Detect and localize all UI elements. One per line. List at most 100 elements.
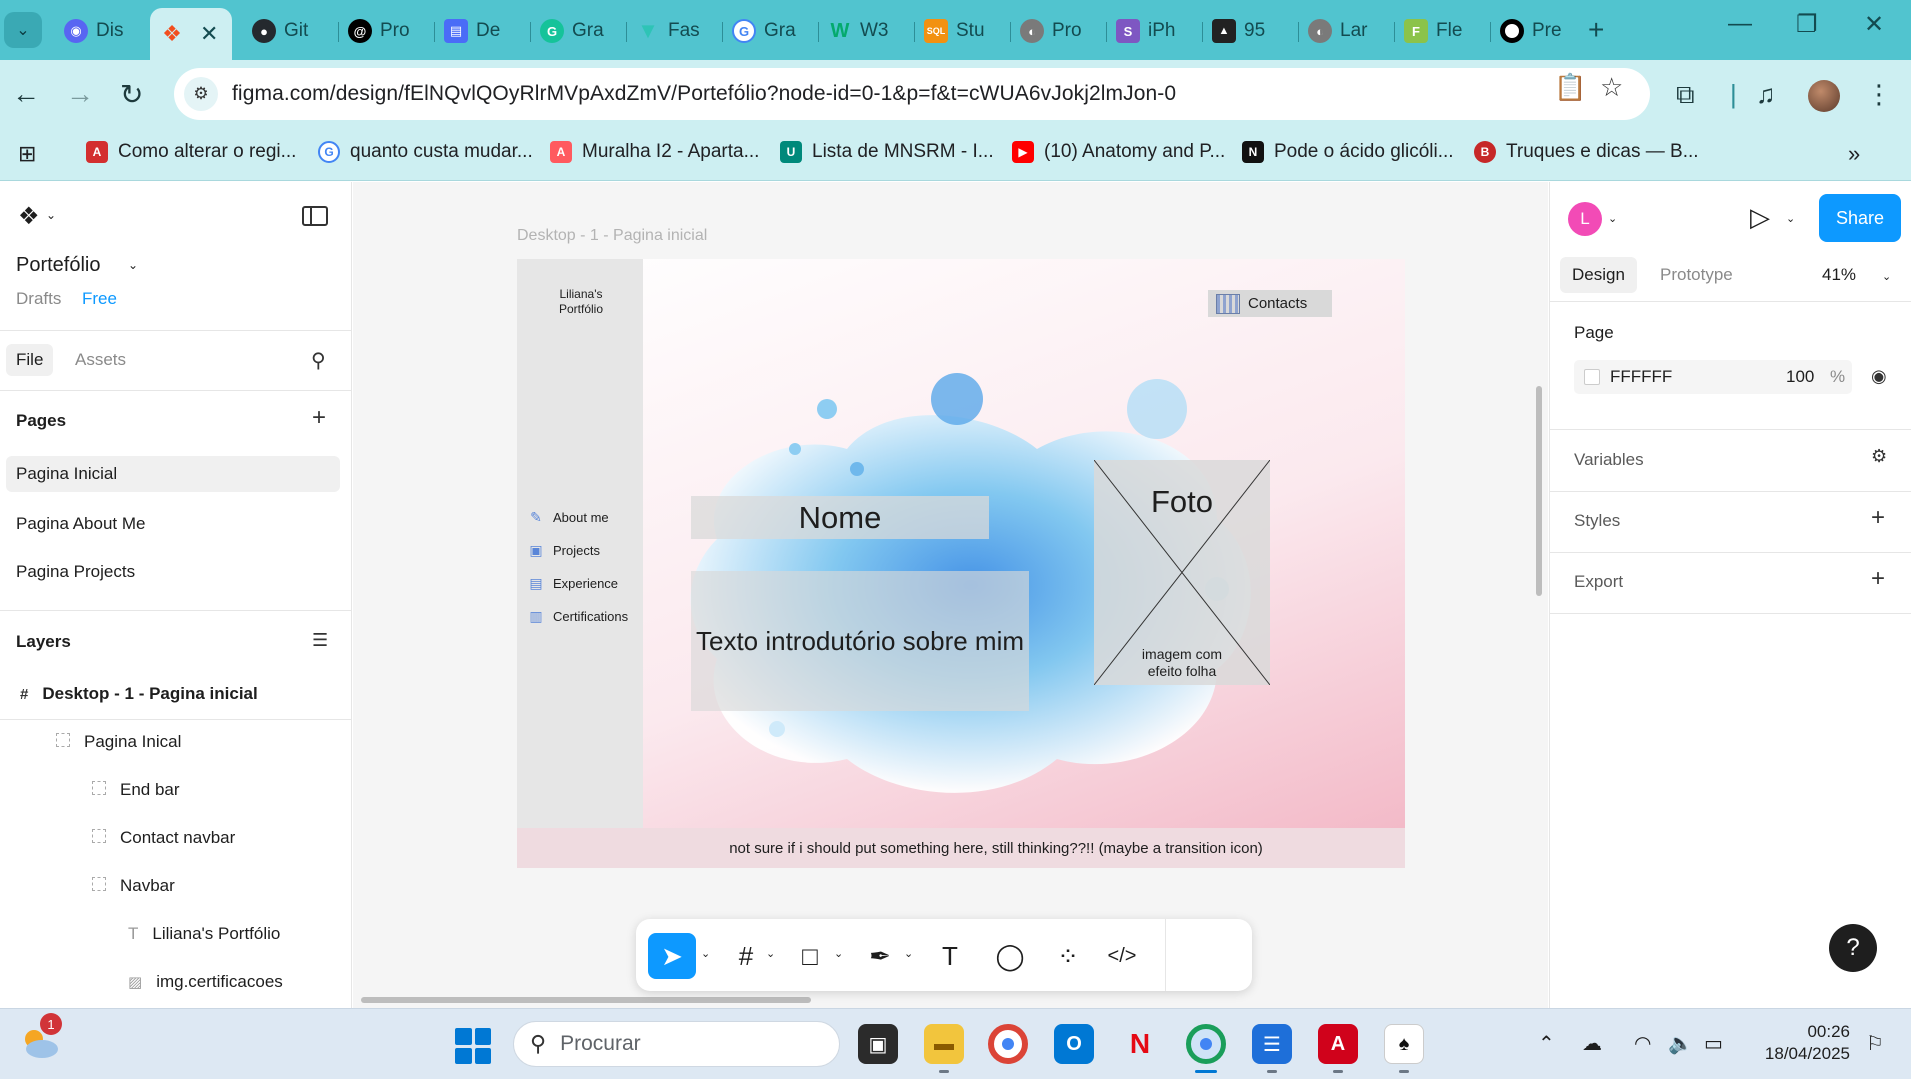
netflix-icon[interactable]: N <box>1120 1024 1160 1064</box>
bookmark-item[interactable]: N Pode o ácido glicóli... <box>1242 141 1454 163</box>
share-button[interactable]: Share <box>1819 194 1901 242</box>
back-icon[interactable]: ← <box>12 78 40 110</box>
chevron-down-icon[interactable]: ⌄ <box>1882 270 1891 283</box>
fill-opacity[interactable]: 100 <box>1786 367 1814 387</box>
profile-avatar[interactable] <box>1808 80 1840 112</box>
media-control-icon[interactable]: ♫ <box>1756 79 1776 110</box>
acrobat-icon[interactable]: A <box>1318 1024 1358 1064</box>
url-text[interactable]: figma.com/design/fElNQvlQOyRlrMVpAxdZmV/… <box>232 82 1176 106</box>
variables-settings-icon[interactable]: ⚙ <box>1871 446 1887 467</box>
search-icon[interactable]: ⚲ <box>311 348 326 373</box>
nav-experience[interactable]: ▤ Experience <box>527 574 618 592</box>
chevron-down-icon[interactable]: ⌄ <box>46 208 56 222</box>
more-bookmarks-icon[interactable]: » <box>1848 141 1860 167</box>
site-settings-icon[interactable]: ⚙ <box>184 77 218 111</box>
tab[interactable]: ▼ Fas <box>626 10 723 52</box>
address-bar[interactable]: ⚙ figma.com/design/fElNQvlQOyRlrMVpAxdZm… <box>174 68 1650 120</box>
bookmark-item[interactable]: B Truques e dicas — B... <box>1474 141 1699 163</box>
chevron-down-icon[interactable]: ⌄ <box>1608 212 1617 225</box>
chevron-down-icon[interactable]: ⌄ <box>701 947 710 960</box>
tab-file[interactable]: File <box>6 344 54 376</box>
pen-tool-icon[interactable]: ✒ <box>856 933 904 979</box>
actions-tool-icon[interactable]: ⁘ <box>1044 933 1092 979</box>
contacts-navbar[interactable]: Contacts <box>1208 290 1332 317</box>
tab[interactable]: ● Git <box>242 10 339 52</box>
bookmark-item[interactable]: ▶ (10) Anatomy and P... <box>1012 141 1225 163</box>
zoom-level[interactable]: 41% <box>1822 265 1856 285</box>
present-play-icon[interactable]: ▷ <box>1750 202 1770 233</box>
onedrive-cloud-icon[interactable]: ☁ <box>1582 1031 1602 1056</box>
layer-row[interactable]: ▨ img.certificacoes <box>0 960 351 1004</box>
styles-heading[interactable]: Styles <box>1574 511 1620 531</box>
toggle-sidebar-icon[interactable] <box>302 206 328 226</box>
layer-row[interactable]: End bar <box>0 768 351 812</box>
clipboard-icon[interactable]: 📋 <box>1554 72 1586 103</box>
page-fill-row[interactable]: FFFFFF 100 % <box>1574 360 1852 394</box>
tab[interactable]: W W3 <box>818 10 915 52</box>
page-item-pagina-inicial[interactable]: Pagina Inicial <box>6 456 340 492</box>
reload-icon[interactable]: ↻ <box>120 78 143 111</box>
page-item-pagina-about-me[interactable]: Pagina About Me <box>16 514 145 534</box>
tab[interactable]: SQL Stu <box>914 10 1011 52</box>
move-tool-icon[interactable]: ➤ <box>648 933 696 979</box>
solitaire-icon[interactable]: ♠ <box>1384 1024 1424 1064</box>
help-button[interactable]: ? <box>1829 924 1877 972</box>
outlook-icon[interactable]: O <box>1054 1024 1094 1064</box>
tab-search-button[interactable]: ⌄ <box>4 12 42 48</box>
layer-row[interactable]: Navbar <box>0 864 351 908</box>
frame-label[interactable]: Desktop - 1 - Pagina inicial <box>517 227 707 245</box>
bookmark-item[interactable]: A Como alterar o regi... <box>86 141 296 163</box>
tab[interactable]: F Fle <box>1394 10 1491 52</box>
chevron-down-icon[interactable]: ⌄ <box>904 947 913 960</box>
bookmark-item[interactable]: G quanto custa mudar... <box>318 141 533 163</box>
intro-text-box[interactable]: Texto introdutório sobre mim <box>691 571 1029 711</box>
bookmark-item[interactable]: A Muralha I2 - Aparta... <box>550 141 759 163</box>
tab-active[interactable]: ❖ ✕ <box>150 8 232 60</box>
close-tab-icon[interactable]: ✕ <box>200 21 218 47</box>
export-heading[interactable]: Export <box>1574 572 1623 592</box>
comment-tool-icon[interactable]: ◯ <box>986 933 1034 979</box>
chevron-down-icon[interactable]: ⌄ <box>834 947 843 960</box>
layers-filter-icon[interactable]: ☰ <box>312 630 328 651</box>
nav-certifications[interactable]: ▥ Certifications <box>527 607 628 625</box>
layer-row[interactable]: Pagina Inical <box>0 720 351 764</box>
tab[interactable]: G Gra <box>722 10 819 52</box>
tab-assets[interactable]: Assets <box>75 350 126 370</box>
tab[interactable]: ▤ De <box>434 10 531 52</box>
bookmark-item[interactable]: U Lista de MNSRM - I... <box>780 141 994 163</box>
minimize-icon[interactable]: — <box>1728 10 1752 38</box>
chrome-icon[interactable] <box>988 1024 1028 1064</box>
end-bar[interactable]: not sure if i should put something here,… <box>517 828 1405 868</box>
chevron-down-icon[interactable]: ⌄ <box>1786 212 1795 225</box>
system-clock[interactable]: 00:26 18/04/2025 <box>1752 1021 1850 1065</box>
menu-dots-icon[interactable]: ⋮ <box>1866 79 1892 110</box>
text-tool-icon[interactable]: T <box>926 933 974 979</box>
extensions-icon[interactable]: ⧉ <box>1676 79 1695 111</box>
chevron-up-icon[interactable]: ⌃ <box>1538 1031 1555 1056</box>
variables-heading[interactable]: Variables <box>1574 450 1644 470</box>
color-swatch[interactable] <box>1584 369 1600 385</box>
tab[interactable]: ◉ Dis <box>54 10 151 52</box>
new-tab-button[interactable]: + <box>1588 14 1604 46</box>
volume-icon[interactable]: 🔈 <box>1668 1031 1693 1056</box>
taskbar-search[interactable]: ⚲ Procurar <box>513 1021 840 1067</box>
add-style-icon[interactable]: + <box>1871 504 1885 532</box>
tab-prototype[interactable]: Prototype <box>1660 265 1733 285</box>
battery-icon[interactable]: ▭ <box>1704 1031 1723 1056</box>
file-explorer-icon[interactable]: ▬ <box>924 1024 964 1064</box>
chrome-profile-icon[interactable] <box>1186 1024 1226 1064</box>
frame-tool-icon[interactable]: # <box>722 933 770 979</box>
tab[interactable]: G Gra <box>530 10 627 52</box>
tab-design[interactable]: Design <box>1560 257 1637 293</box>
chevron-down-icon[interactable]: ⌄ <box>766 947 775 960</box>
tab[interactable]: @ Pro <box>338 10 435 52</box>
tab[interactable]: ◐ Lar <box>1298 10 1395 52</box>
task-view-icon[interactable]: ▣ <box>858 1024 898 1064</box>
user-avatar[interactable]: L <box>1568 202 1602 236</box>
apps-grid-icon[interactable]: ⊞ <box>18 141 36 167</box>
photo-placeholder[interactable]: Foto imagem com efeito folha <box>1094 460 1270 685</box>
star-icon[interactable]: ☆ <box>1600 72 1623 103</box>
nav-about-me[interactable]: ✎ About me <box>527 508 609 526</box>
notifications-icon[interactable]: ⚐ <box>1866 1031 1884 1056</box>
chevron-down-icon[interactable]: ⌄ <box>128 258 138 272</box>
